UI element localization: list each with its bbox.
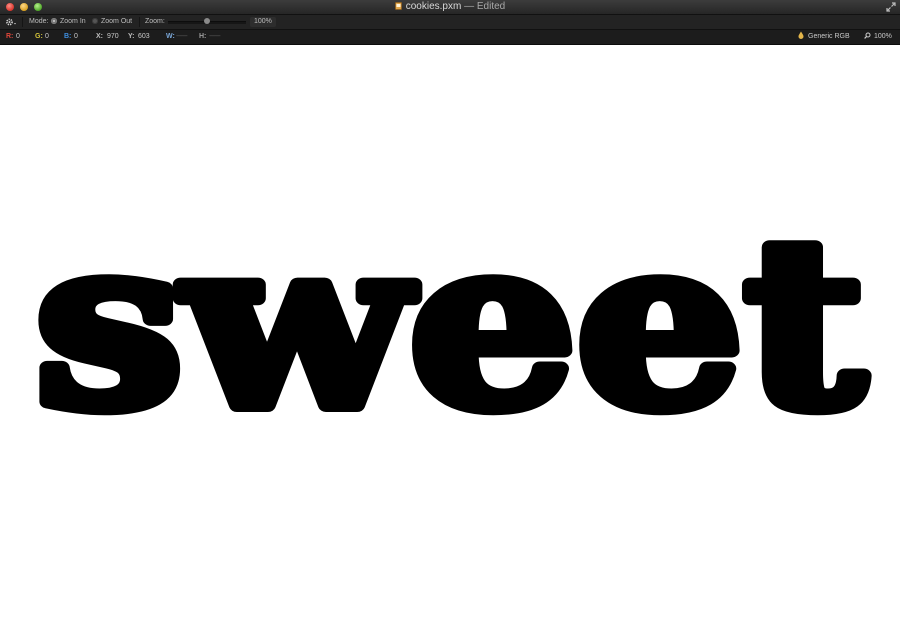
x-coordinate-label: X: [96, 33, 103, 40]
color-profile-label: Generic RGB [808, 33, 850, 40]
toolbar-separator [139, 17, 140, 27]
zoom-label: Zoom: [145, 18, 165, 25]
zoom-out-label: Zoom Out [101, 18, 133, 25]
window-title: cookies.pxm — Edited [0, 1, 900, 13]
zoom-in-radio[interactable]: Zoom In [51, 15, 86, 29]
zoom-in-radio-indicator [51, 18, 57, 24]
image-canvas[interactable]: sweet [0, 45, 900, 630]
mode-label: Mode: [29, 18, 49, 25]
blue-channel-value: 0 [74, 33, 78, 40]
gear-icon [6, 18, 16, 26]
color-profile-button[interactable]: Generic RGB [798, 30, 850, 44]
zoom-out-radio-indicator [92, 18, 98, 24]
blue-channel-label: B: [64, 33, 72, 40]
document-name: cookies.pxm [405, 1, 462, 12]
zoom-status-value: 100% [874, 33, 892, 40]
zoom-slider-knob[interactable] [204, 18, 210, 24]
red-channel-label: R: [6, 33, 14, 40]
color-profile-icon [798, 31, 804, 39]
height-value: -------- [209, 33, 221, 40]
width-value: -------- [176, 33, 188, 40]
canvas-text-sweet: sweet [35, 187, 865, 460]
toolbar-separator [22, 17, 23, 27]
zoom-status-button[interactable]: 100% [864, 30, 892, 44]
height-label: H: [199, 33, 207, 40]
canvas-artwork: sweet [28, 180, 872, 467]
tool-options-bar: Mode: Zoom In Zoom Out Zoom: 100% [0, 15, 900, 30]
width-label: W: [166, 33, 175, 40]
y-coordinate-label: Y: [128, 33, 135, 40]
x-coordinate-value: 970 [107, 33, 119, 40]
magnifier-icon [864, 32, 871, 39]
title-bar: cookies.pxm — Edited [0, 0, 900, 15]
app-window: cookies.pxm — Edited Mode: Zoom In Zoom … [0, 0, 900, 630]
green-channel-label: G: [35, 33, 43, 40]
zoom-value-field[interactable]: 100% [250, 17, 276, 27]
green-channel-value: 0 [45, 33, 49, 40]
zoom-out-radio[interactable]: Zoom Out [92, 15, 132, 29]
red-channel-value: 0 [16, 33, 20, 40]
info-bar: R: 0 G: 0 B: 0 X: 970 Y: 603 W: --------… [0, 30, 900, 45]
y-coordinate-value: 603 [138, 33, 150, 40]
fullscreen-icon[interactable] [886, 2, 896, 12]
document-icon [394, 2, 402, 10]
document-status: — Edited [464, 1, 506, 12]
action-menu-button[interactable] [5, 15, 17, 29]
zoom-in-label: Zoom In [60, 18, 86, 25]
